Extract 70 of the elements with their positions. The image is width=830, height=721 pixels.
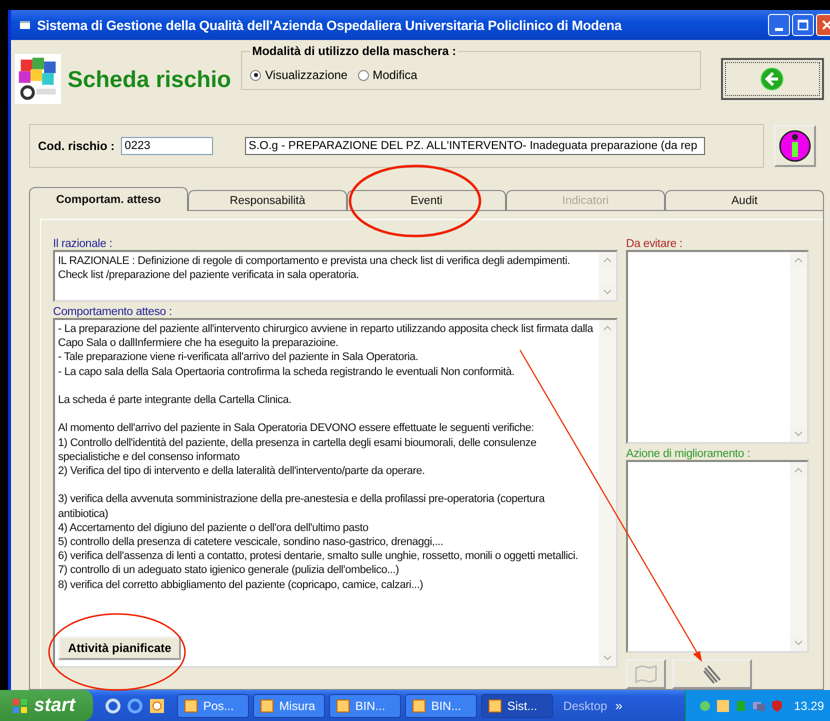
field-label: Comportamento atteso : — [53, 306, 173, 318]
tray-icon[interactable] — [716, 698, 730, 712]
window-icon — [19, 19, 31, 31]
radio-option[interactable]: Visualizzazione — [250, 68, 348, 82]
taskbar-button[interactable]: BIN... — [405, 694, 478, 718]
info-button[interactable] — [774, 125, 816, 167]
text-line: Al momento dell'arrivo del paziente in Sala Operatoria DEVONO essere effettuate le seguenti verifiche: — [58, 421, 535, 436]
info-icon — [778, 129, 812, 163]
taskbar-button[interactable]: Sist... — [481, 694, 554, 718]
avoid-textarea[interactable] — [626, 250, 809, 444]
map-button[interactable] — [626, 659, 666, 689]
app-icon — [260, 698, 274, 712]
rationale-textarea[interactable]: IL RAZIONALE : Definizione di regole di comportamento e prevista una check list di verifica degli adempimenti. Check list /preparazione del paziente verificata in sala operatoria. — [53, 250, 618, 302]
logo-icon — [15, 54, 62, 104]
field-label: Da evitare : — [626, 238, 684, 250]
text-line: - Tale preparazione viene ri-verificata all'arrivo del paziente in Sala Operatoria. — [58, 350, 420, 365]
text-line: 7) controllo di un adeguato stato igienico generale (pulizia dell'ombelico...) — [58, 563, 400, 578]
toolbar-chevron[interactable]: » — [611, 698, 626, 713]
tab[interactable]: Comportam. atteso — [29, 187, 188, 211]
field-label: Il razionale : — [53, 238, 114, 250]
behaviour-textarea[interactable] — [53, 318, 618, 668]
code-field[interactable]: 0223 — [120, 137, 213, 155]
improvement-textarea[interactable] — [626, 460, 809, 653]
taskbar-button[interactable]: Pos... — [177, 694, 250, 718]
text-line: 8) verifica del corretto abbigliamento del paziente (copricapo, camice, calzari...) — [58, 578, 424, 592]
form-title: Scheda rischio — [67, 66, 232, 92]
text-line: - La preparazione del paziente all'intervento chirurgico avviene in reparto utilizzando apposita check list firmata dalla Capo Sala o dallInfermiere che ha eseguito la preparazioine. — [58, 322, 594, 350]
text-line: 3) verifica della avvenuta somministrazione della pre-anestesia e della profilassi pre-operatoria (copertura antibiotica) — [58, 492, 546, 521]
app-icon — [184, 698, 198, 712]
back-button[interactable] — [720, 58, 824, 100]
group-label: Modalità di utilizzo della maschera : — [251, 44, 458, 58]
text-line: La scheda é parte integrante della Cartella Clinica. — [58, 393, 292, 408]
taskbar-button[interactable]: BIN... — [329, 694, 402, 718]
text-line: 1) Controllo dell'identità del paziente, della presenza in cartella degli esami bioumorali, delle consulenze specialistiche e del consenso informato — [58, 436, 538, 464]
text-line: 5) controllo della presenza di catetere vescicale, sondino naso-gastrico, drenaggi,... — [58, 535, 444, 550]
tab[interactable]: Audit — [665, 190, 824, 210]
text-line: - La capo sala della Sala Opertaoria controfirma la scheda registrando le eventuali Non conformità. — [58, 364, 516, 379]
window-title: Sistema di Gestione della Qualità dell'Azienda Ospedaliera Universitaria Policlinico di Modena — [37, 18, 622, 32]
text-line: 4) Accertamento del digiuno del paziente o dell'ora dell'ultimo pasto — [58, 520, 370, 535]
tray-icon[interactable] — [698, 698, 712, 712]
back-arrow-icon — [760, 67, 784, 91]
code-label: Cod. rischio : — [38, 139, 115, 153]
close-icon — [820, 18, 830, 32]
text-line: 2) Verifica del tipo di intervento e della lateralità dell'intervento/parte da operare. — [58, 464, 426, 478]
field-label: Azione di miglioramento : — [626, 448, 752, 460]
radio-button[interactable] — [250, 70, 262, 80]
toolbar-label: Desktop — [563, 698, 608, 712]
map-icon — [634, 664, 658, 684]
shield-icon[interactable] — [770, 698, 784, 712]
app-icon — [336, 698, 350, 712]
planned-activities-button[interactable]: Attività pianificate — [58, 636, 182, 660]
text-line: Check list /preparazione del paziente verificata in sala operatoria. — [58, 268, 360, 282]
taskbar-button[interactable]: Misura — [253, 694, 326, 718]
app-icon — [412, 698, 426, 712]
text-line: IL RAZIONALE : Definizione di regole di comportamento e prevista una check list di verifica degli adempimenti. — [58, 254, 571, 268]
windows-flag-icon — [12, 698, 28, 714]
tab[interactable]: Eventi — [347, 190, 506, 210]
maximize-icon — [796, 18, 810, 32]
radio-option[interactable]: Modifica — [358, 68, 418, 82]
minimize-button[interactable] — [768, 14, 790, 36]
clock: 13.29 — [794, 698, 824, 712]
app-icon — [488, 698, 502, 712]
radio-button[interactable] — [358, 70, 369, 80]
tab[interactable]: Responsabilità — [188, 190, 347, 210]
attachment-button[interactable] — [672, 659, 752, 689]
text-line: 6) verifica dell'assenza di lenti a contatto, protesi dentarie, smalto sulle unghie, rossetto, monili o oggetti metallici. — [58, 549, 580, 564]
clock-icon[interactable] — [149, 698, 166, 714]
maximize-button[interactable] — [792, 14, 814, 36]
minimize-icon — [775, 28, 783, 30]
description-field[interactable]: S.O.g - PREPARAZIONE DEL PZ. ALL'INTERVENTO- Inadeguata preparazione (da rep — [244, 137, 705, 155]
